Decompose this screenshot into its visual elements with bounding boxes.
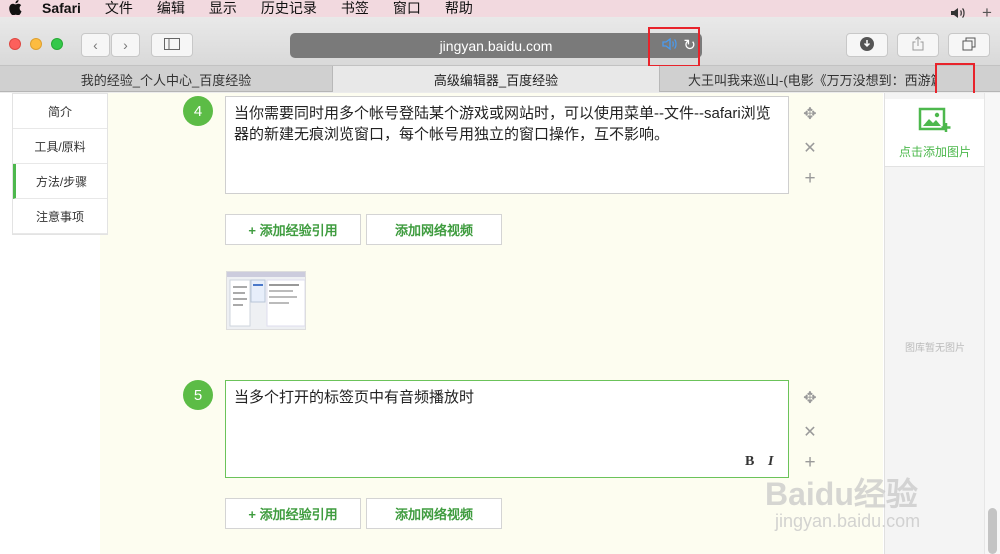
menu-window[interactable]: 窗口 [393, 0, 421, 17]
menu-bar: Safari 文件 编辑 显示 历史记录 书签 窗口 帮助 [0, 0, 1000, 17]
apple-logo-icon[interactable] [0, 0, 30, 18]
outline-nav: 简介 工具/原料 方法/步骤 注意事项 [12, 93, 108, 235]
address-bar[interactable]: jingyan.baidu.com ↻ [290, 33, 702, 58]
highlight-box [648, 27, 700, 67]
tabs-overview-button[interactable] [948, 33, 990, 57]
chevron-left-icon: ‹ [93, 37, 98, 53]
close-icon[interactable]: ✕ [800, 138, 820, 158]
bold-button[interactable]: B [745, 454, 754, 470]
tab-label: 我的经验_个人中心_百度经验 [80, 72, 252, 88]
tab-music-video[interactable]: 大王叫我来巡山-(电影《万万没想到：西游篇... [660, 66, 936, 92]
tab-label: 大王叫我来巡山-(电影《万万没想到：西游篇... [688, 72, 936, 88]
close-icon[interactable]: ✕ [800, 422, 820, 442]
watermark-url: jingyan.baidu.com [775, 511, 921, 531]
back-button[interactable]: ‹ [81, 33, 110, 57]
url-text: jingyan.baidu.com [439, 37, 553, 54]
italic-button[interactable]: I [768, 454, 773, 470]
move-icon[interactable]: ✥ [800, 104, 820, 124]
menu-edit[interactable]: 编辑 [157, 0, 185, 17]
add-video-button[interactable]: 添加网络视频 [366, 498, 502, 529]
baidu-watermark: Baidu经验 [765, 476, 918, 512]
plus-icon[interactable]: + [800, 168, 820, 190]
tabs-overview-icon [962, 37, 976, 54]
nav-item-label: 方法/步骤 [35, 174, 88, 189]
tab-advanced-editor[interactable]: 高级编辑器_百度经验 [333, 66, 660, 92]
tab-my-experience[interactable]: 我的经验_个人中心_百度经验 [0, 66, 333, 92]
add-reference-button[interactable]: + 添加经验引用 [225, 214, 361, 245]
zoom-window-button[interactable] [51, 38, 63, 50]
page-content: 简介 工具/原料 方法/步骤 注意事项 4 当你需要同时用多个帐号登陆某个游戏或… [0, 93, 1000, 554]
add-image-icon [918, 106, 952, 139]
nav-item-label: 注意事项 [35, 209, 84, 224]
nav-item-tools[interactable]: 工具/原料 [13, 129, 107, 164]
menu-help[interactable]: 帮助 [445, 0, 473, 17]
browser-toolbar: ‹ › jingyan.baidu.com ↻ [0, 17, 1000, 67]
menu-view[interactable]: 显示 [209, 0, 237, 17]
sidebar-icon [164, 37, 180, 53]
sidebar-button[interactable] [151, 33, 193, 57]
nav-item-intro[interactable]: 简介 [13, 94, 107, 129]
tab-label: 高级编辑器_百度经验 [433, 72, 559, 88]
share-button[interactable] [897, 33, 939, 57]
move-icon[interactable]: ✥ [800, 388, 820, 408]
step-image-thumbnail[interactable] [226, 271, 306, 330]
tab-speaker-icon[interactable] [950, 6, 966, 23]
add-video-button[interactable]: 添加网络视频 [366, 214, 502, 245]
step-text-editor[interactable]: 当多个打开的标签页中有音频播放时 [225, 380, 789, 478]
scrollbar-thumb[interactable] [988, 508, 997, 554]
forward-button[interactable]: › [111, 33, 140, 57]
step-number-badge: 4 [183, 96, 213, 126]
add-image-button[interactable]: 点击添加图片 [885, 99, 985, 167]
nav-item-label: 简介 [47, 104, 72, 119]
menu-bookmarks[interactable]: 书签 [341, 0, 369, 17]
empty-library-text: 图库暂无图片 [905, 343, 965, 354]
close-window-button[interactable] [9, 38, 21, 50]
minimize-window-button[interactable] [30, 38, 42, 50]
add-reference-button[interactable]: + 添加经验引用 [225, 498, 361, 529]
nav-item-label: 工具/原料 [34, 139, 86, 154]
download-icon [860, 36, 874, 54]
step-number-badge: 5 [183, 380, 213, 410]
add-image-label: 点击添加图片 [898, 144, 971, 159]
download-button[interactable] [846, 33, 888, 57]
nav-item-steps[interactable]: 方法/步骤 [13, 164, 107, 199]
new-tab-button[interactable]: + [982, 3, 992, 23]
menu-safari[interactable]: Safari [42, 0, 81, 17]
step-text-editor[interactable]: 当你需要同时用多个帐号登陆某个游戏或网站时，可以使用菜单--文件--safari… [225, 96, 789, 194]
menu-file[interactable]: 文件 [105, 0, 133, 17]
scrollbar[interactable] [984, 93, 1000, 554]
chevron-right-icon: › [123, 37, 128, 53]
share-icon [912, 36, 924, 54]
nav-item-notes[interactable]: 注意事项 [13, 199, 107, 234]
menu-history[interactable]: 历史记录 [261, 0, 317, 17]
tab-bar: 我的经验_个人中心_百度经验 高级编辑器_百度经验 大王叫我来巡山-(电影《万万… [0, 66, 1000, 92]
